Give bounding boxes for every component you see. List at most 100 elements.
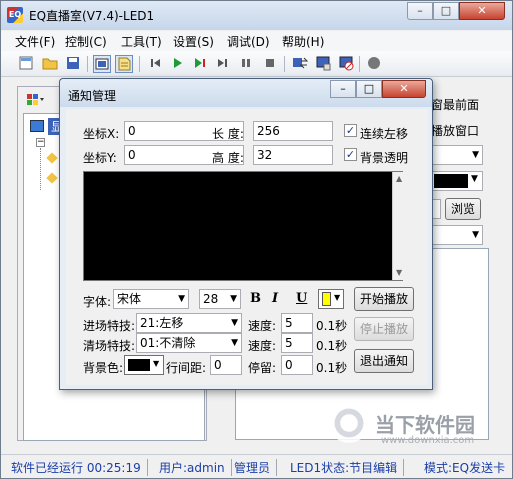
- color-picker[interactable]: ▼: [431, 171, 483, 191]
- preview-area[interactable]: [83, 171, 403, 281]
- status-user: 用户:admin: [159, 459, 232, 476]
- tree-line: [40, 148, 41, 190]
- stop-play-button[interactable]: 停止播放: [354, 317, 414, 341]
- new-icon[interactable]: [17, 55, 35, 73]
- maximize-button[interactable]: □: [433, 2, 459, 20]
- chevron-down-icon: ▼: [471, 174, 478, 184]
- menu-control[interactable]: 控制(C): [65, 33, 107, 50]
- play-icon[interactable]: [169, 55, 187, 73]
- italic-button[interactable]: I: [272, 291, 278, 306]
- screen-icon[interactable]: [314, 55, 332, 73]
- enter-speed-input[interactable]: 5: [281, 313, 313, 333]
- menu-debug[interactable]: 调试(D): [227, 33, 270, 50]
- text-color-swatch: [322, 292, 331, 306]
- menu-settings[interactable]: 设置(S): [173, 33, 214, 50]
- right-combo-2[interactable]: ▼: [431, 225, 483, 245]
- font-select[interactable]: 宋体 ▼: [113, 289, 189, 309]
- send-icon[interactable]: [291, 55, 309, 73]
- play-step-icon[interactable]: [191, 55, 209, 73]
- bg-color-label: 背景色:: [83, 361, 124, 375]
- text-color-picker[interactable]: ▼: [318, 289, 344, 309]
- dialog-title: 通知管理: [68, 89, 117, 103]
- status-mode: 模式:EQ发送卡: [424, 461, 506, 475]
- font-value: 宋体: [117, 292, 142, 306]
- x-label: 坐标X:: [83, 127, 120, 141]
- menu-help[interactable]: 帮助(H): [282, 33, 324, 50]
- expand-toggle-icon[interactable]: −: [36, 138, 45, 147]
- scroll-left-label[interactable]: 连续左移: [360, 125, 408, 142]
- enter-speed-unit: 0.1秒: [316, 319, 348, 333]
- close-button[interactable]: ✕: [459, 2, 505, 20]
- exit-notice-button[interactable]: 退出通知: [354, 349, 414, 373]
- window-title: EQ直播室(V7.4)-LED1: [29, 9, 155, 23]
- watermark-logo: [329, 403, 369, 443]
- stay-label: 停留:: [248, 361, 277, 375]
- browse-button[interactable]: 浏览: [445, 198, 481, 220]
- scroll-left-checkbox[interactable]: ✓: [344, 124, 357, 137]
- underline-button[interactable]: U: [296, 291, 307, 306]
- stay-input[interactable]: 0: [281, 355, 313, 375]
- record-icon[interactable]: [365, 55, 383, 73]
- height-input[interactable]: 32: [253, 145, 333, 165]
- clear-effect-value: 01:不清除: [140, 336, 196, 350]
- bg-color-swatch: [128, 359, 150, 371]
- dialog-maximize-button[interactable]: □: [356, 80, 382, 98]
- line-spacing-input[interactable]: 0: [210, 355, 242, 375]
- dialog-close-button[interactable]: ✕: [382, 80, 426, 98]
- toolbar-separator: [87, 56, 88, 72]
- enter-effect-value: 21:左移: [140, 316, 184, 330]
- notice-icon[interactable]: [115, 55, 133, 73]
- enter-effect-select[interactable]: 21:左移 ▼: [136, 313, 242, 333]
- transparent-label[interactable]: 背景透明: [360, 149, 408, 166]
- open-icon[interactable]: [41, 55, 59, 73]
- enter-effect-label: 进场特技:: [83, 319, 136, 333]
- program-icon: [46, 152, 58, 164]
- scroll-up-icon[interactable]: ▲: [396, 174, 402, 183]
- y-label: 坐标Y:: [83, 151, 117, 165]
- clear-speed-unit: 0.1秒: [316, 339, 348, 353]
- notice-dialog: 通知管理 – □ ✕ 坐标X: 0 长 度: 256 ✓ 连续左移 坐标Y: 0…: [59, 78, 433, 390]
- skip-back-icon[interactable]: [147, 55, 165, 73]
- monitor-icon: [30, 120, 44, 132]
- clear-speed-label: 速度:: [248, 339, 277, 353]
- size-value: 28: [203, 292, 219, 306]
- length-label: 长 度:: [212, 127, 244, 141]
- watermark-url: www.downxia.com: [381, 435, 475, 446]
- bg-color-picker[interactable]: ▼: [124, 355, 164, 375]
- font-label: 字体:: [83, 295, 112, 309]
- right-combo-1[interactable]: ▼: [431, 145, 483, 165]
- title-bar[interactable]: EQ EQ直播室(V7.4)-LED1 – □ ✕: [1, 1, 512, 30]
- bold-button[interactable]: B: [250, 291, 261, 306]
- dialog-title-bar[interactable]: 通知管理 – □ ✕: [60, 79, 432, 107]
- app-icon: EQ: [7, 7, 23, 23]
- stop-icon[interactable]: [261, 55, 279, 73]
- pause-icon[interactable]: [237, 55, 255, 73]
- clear-effect-select[interactable]: 01:不清除 ▼: [136, 333, 242, 353]
- minimize-button[interactable]: –: [407, 2, 433, 20]
- scroll-down-icon[interactable]: ▼: [396, 268, 402, 277]
- preview-scrollbar[interactable]: ▲ ▼: [392, 172, 408, 280]
- line-spacing-label: 行间距:: [166, 361, 207, 375]
- skip-forward-icon[interactable]: [213, 55, 231, 73]
- clear-effect-label: 清场特技:: [83, 339, 136, 353]
- menu-file[interactable]: 文件(F): [15, 33, 55, 50]
- dialog-minimize-button[interactable]: –: [330, 80, 356, 98]
- menu-tools[interactable]: 工具(T): [121, 33, 162, 50]
- save-icon[interactable]: [64, 55, 82, 73]
- toolbar-separator: [359, 56, 360, 72]
- status-led: LED1状态:节目编辑: [290, 459, 405, 476]
- screen-off-icon[interactable]: [337, 55, 355, 73]
- size-select[interactable]: 28 ▼: [199, 289, 241, 309]
- stay-unit: 0.1秒: [316, 361, 348, 375]
- toolbar: [1, 51, 512, 77]
- toolbar-separator: [139, 56, 140, 72]
- length-input[interactable]: 256: [253, 121, 333, 141]
- layout-icon[interactable]: [27, 93, 45, 110]
- start-play-button[interactable]: 开始播放: [354, 287, 414, 311]
- toolbar-separator: [284, 56, 285, 72]
- clear-speed-input[interactable]: 5: [281, 333, 313, 353]
- window-mode-icon[interactable]: [93, 55, 111, 73]
- transparent-checkbox[interactable]: ✓: [344, 148, 357, 161]
- chevron-down-icon: ▼: [334, 293, 341, 302]
- enter-speed-label: 速度:: [248, 319, 277, 333]
